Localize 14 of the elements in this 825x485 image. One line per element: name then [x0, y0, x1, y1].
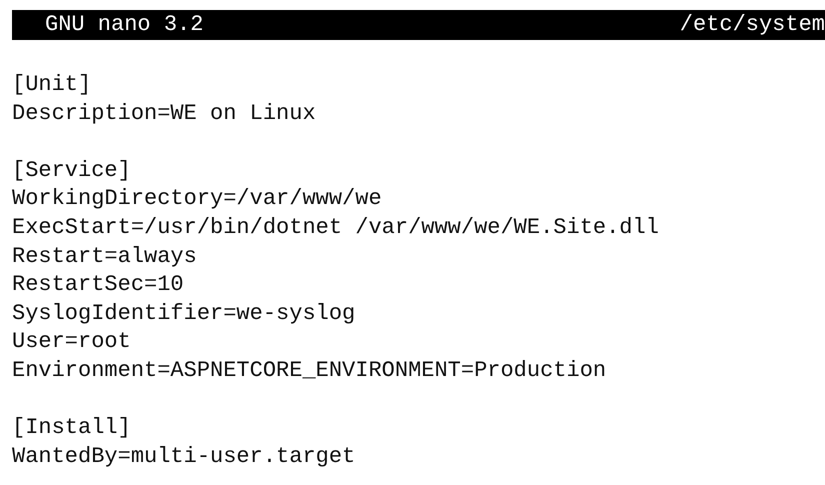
- config-line: Environment=ASPNETCORE_ENVIRONMENT=Production: [12, 356, 608, 385]
- section-header: [Service]: [12, 156, 132, 185]
- config-line: ExecStart=/usr/bin/dotnet /var/www/we/WE.Site.dll: [12, 214, 660, 242]
- file-path: /etc/system: [680, 11, 825, 39]
- config-line: User=root: [12, 328, 132, 356]
- section-header: [Install]: [12, 414, 132, 442]
- editor-version: GNU nano 3.2: [45, 11, 204, 39]
- config-line: WantedBy=multi-user.target: [12, 442, 356, 471]
- config-line: Description=WE on Linux: [12, 100, 317, 128]
- config-line: RestartSec=10: [12, 271, 185, 300]
- config-line: Restart=always: [12, 242, 198, 271]
- config-line: SyslogIdentifier=we-syslog: [12, 300, 356, 328]
- config-line: WorkingDirectory=/var/www/we: [12, 185, 383, 214]
- section-header: [Unit]: [12, 71, 92, 99]
